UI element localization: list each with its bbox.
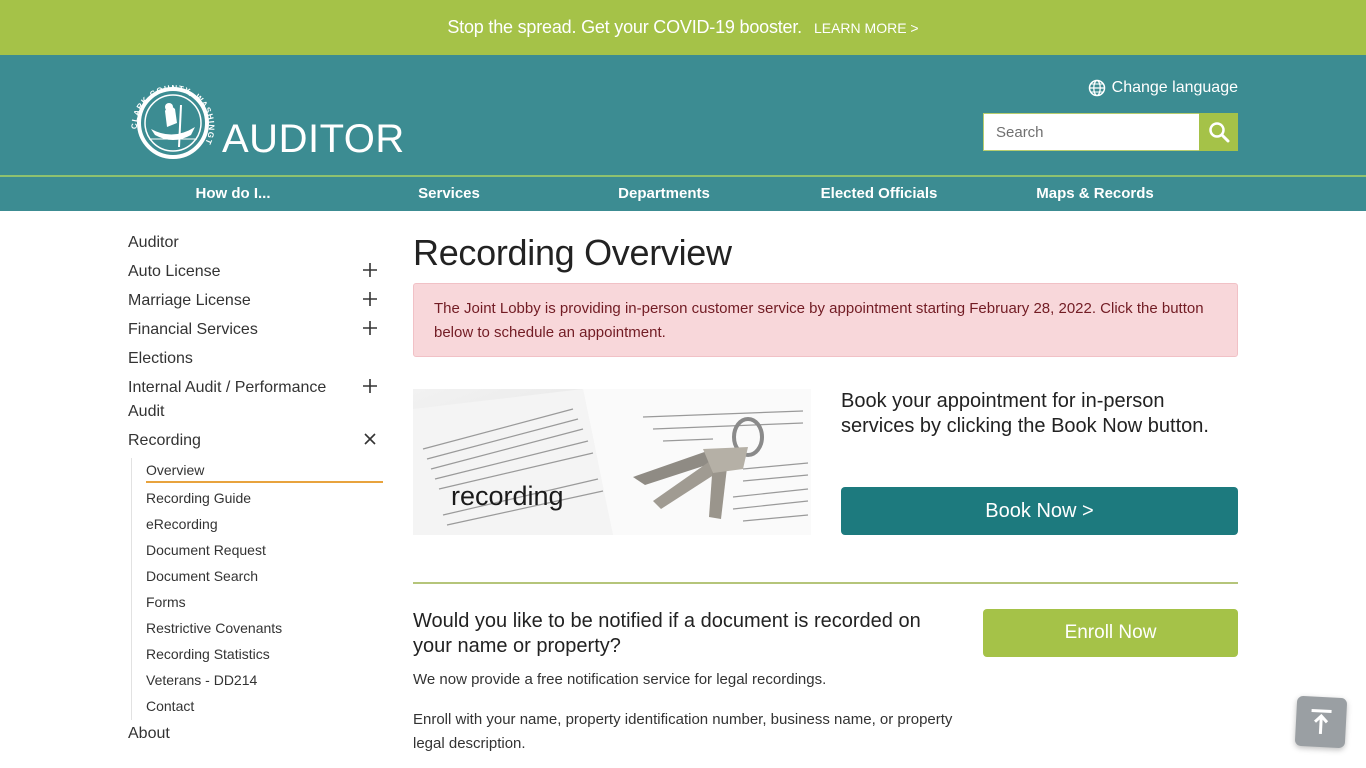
- arrow-up-to-top-icon: [1311, 708, 1332, 735]
- change-language-label: Change language: [1111, 79, 1238, 96]
- search-form: [983, 113, 1238, 151]
- sidebar-nav: Auditor Auto License Marriage License Fi…: [128, 229, 383, 749]
- book-now-button[interactable]: Book Now >: [841, 487, 1238, 535]
- notification-paragraph: We now provide a free notification servi…: [413, 671, 827, 688]
- learn-more-link[interactable]: LEARN MORE >: [814, 20, 919, 36]
- sidebar-subitem-veterans-dd214[interactable]: Veterans - DD214: [146, 668, 383, 694]
- nav-item-departments[interactable]: Departments: [618, 177, 710, 211]
- nav-item-maps-records[interactable]: Maps & Records: [1036, 177, 1154, 211]
- covid-banner-message: Stop the spread. Get your COVID-19 boost…: [447, 17, 802, 37]
- plus-icon[interactable]: [362, 378, 378, 394]
- change-language-button[interactable]: Change language: [1088, 79, 1238, 97]
- sidebar-subitem-overview[interactable]: Overview: [146, 458, 383, 483]
- back-to-top-button[interactable]: [1294, 695, 1348, 749]
- sidebar-item-label: Financial Services: [128, 321, 258, 338]
- sidebar-subitem-erecording[interactable]: eRecording: [146, 512, 383, 538]
- sidebar-subitem-recording-statistics[interactable]: Recording Statistics: [146, 642, 383, 668]
- sidebar-item-label: About: [128, 725, 170, 742]
- enroll-now-button[interactable]: Enroll Now: [983, 609, 1238, 657]
- sidebar-subitem-forms[interactable]: Forms: [146, 590, 383, 616]
- page-title: Recording Overview: [413, 232, 732, 273]
- sidebar-subitem-recording-guide[interactable]: Recording Guide: [146, 486, 383, 512]
- search-button[interactable]: [1199, 113, 1238, 151]
- sidebar-item-recording[interactable]: Recording: [128, 427, 383, 456]
- close-icon[interactable]: [362, 431, 378, 447]
- sidebar-subitem-document-request[interactable]: Document Request: [146, 538, 383, 564]
- sidebar-item-about[interactable]: About: [128, 720, 383, 749]
- plus-icon[interactable]: [362, 291, 378, 307]
- nav-item-services[interactable]: Services: [418, 177, 480, 211]
- search-input[interactable]: [983, 113, 1199, 151]
- notification-heading: Would you like to be notified if a docum…: [413, 610, 921, 657]
- sidebar-item-marriage-license[interactable]: Marriage License: [128, 287, 383, 316]
- enroll-instructions-paragraph: Enroll with your name, property identifi…: [413, 711, 953, 752]
- recording-submenu: Overview Recording Guide eRecording Docu…: [131, 458, 383, 720]
- sidebar-item-label: Auditor: [128, 234, 179, 251]
- sidebar-subitem-restrictive-covenants[interactable]: Restrictive Covenants: [146, 616, 383, 642]
- plus-icon[interactable]: [362, 320, 378, 336]
- sidebar-item-label: Internal Audit / Performance Audit: [128, 379, 327, 420]
- sidebar-item-internal-audit[interactable]: Internal Audit / Performance Audit: [128, 374, 383, 427]
- nav-item-elected-officials[interactable]: Elected Officials: [821, 177, 938, 211]
- nav-item-how-do-i[interactable]: How do I...: [196, 177, 271, 211]
- lobby-alert: The Joint Lobby is providing in-person c…: [413, 283, 1238, 357]
- search-icon: [1208, 122, 1229, 143]
- sidebar-item-label: Recording: [128, 432, 201, 449]
- recording-keys-image: recording: [413, 389, 811, 535]
- sidebar-item-label: Elections: [128, 350, 193, 367]
- covid-banner: Stop the spread. Get your COVID-19 boost…: [0, 0, 1366, 55]
- section-divider: [413, 582, 1238, 584]
- site-title[interactable]: AUDITOR: [222, 117, 405, 162]
- book-appointment-text: Book your appointment for in-person serv…: [841, 390, 1209, 437]
- main-nav: How do I... Services Departments Elected…: [0, 177, 1366, 211]
- sidebar-item-label: Auto License: [128, 263, 221, 280]
- sidebar-item-elections[interactable]: Elections: [128, 345, 383, 374]
- site-header: CLARK COUNTY, WASHINGTON AUDITOR Change …: [0, 55, 1366, 175]
- sidebar-item-label: Marriage License: [128, 292, 251, 309]
- sidebar-subitem-document-search[interactable]: Document Search: [146, 564, 383, 590]
- sidebar-item-auditor[interactable]: Auditor: [128, 229, 383, 258]
- sidebar-item-auto-license[interactable]: Auto License: [128, 258, 383, 287]
- clark-county-logo-icon[interactable]: CLARK COUNTY, WASHINGTON: [123, 70, 219, 161]
- sidebar-subitem-contact[interactable]: Contact: [146, 694, 383, 720]
- globe-icon: [1088, 79, 1105, 97]
- document-keys-illustration: [413, 389, 811, 535]
- plus-icon[interactable]: [362, 262, 378, 278]
- image-caption: recording: [451, 481, 564, 511]
- sidebar-item-financial-services[interactable]: Financial Services: [128, 316, 383, 345]
